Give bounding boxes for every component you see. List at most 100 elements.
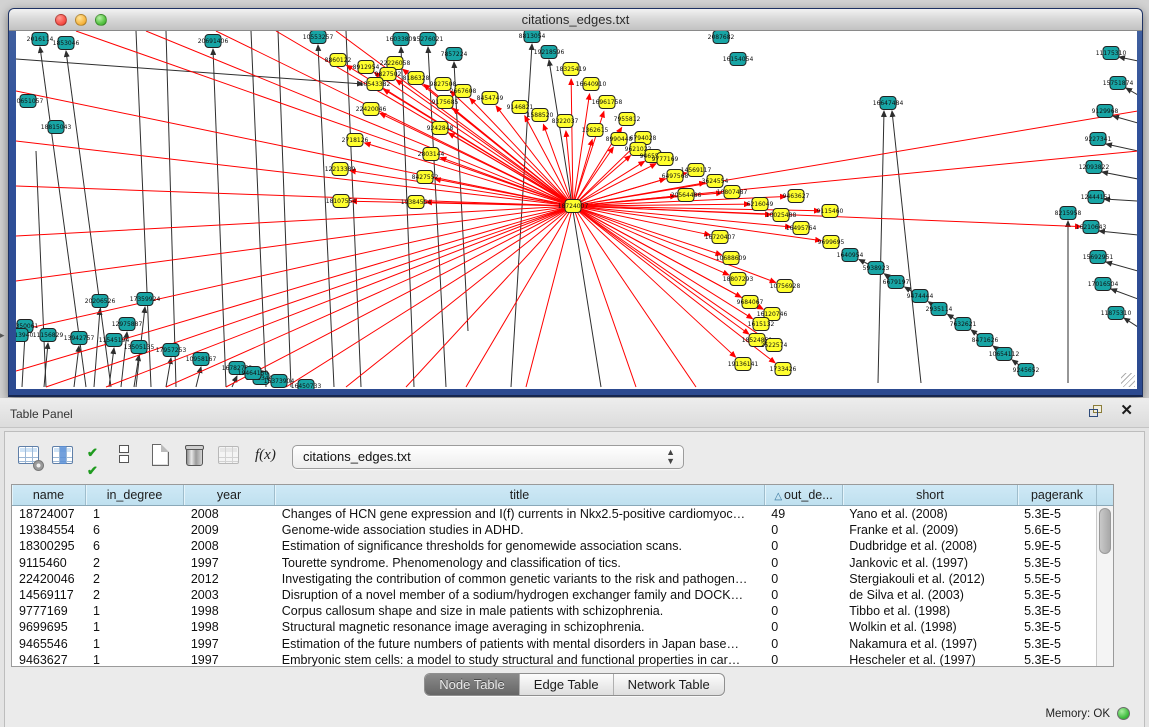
column-header-in_degree[interactable]: in_degree (86, 485, 184, 505)
graph-node[interactable]: 17957253 (156, 344, 187, 357)
graph-node[interactable]: 10654112 (989, 348, 1020, 361)
close-panel-icon[interactable]: ✕ (1120, 403, 1133, 419)
graph-node[interactable]: 8322037 (552, 115, 579, 128)
graph-node[interactable]: 12444151 (1081, 191, 1112, 204)
table-row[interactable]: 1830029562008Estimation of significance … (12, 538, 1096, 554)
table-row[interactable]: 946362711997Embryonic stem cells: a mode… (12, 652, 1096, 666)
select-column-icon[interactable] (51, 444, 77, 470)
graph-node[interactable]: 16154054 (723, 53, 754, 66)
resize-grip[interactable] (1121, 373, 1135, 387)
graph-node[interactable]: 8454749 (477, 92, 504, 105)
graph-node[interactable]: 2803144 (418, 148, 445, 161)
scrollbar-thumb[interactable] (1099, 508, 1111, 554)
graph-node[interactable]: 7857224 (441, 48, 468, 61)
graph-node[interactable]: 18107554 (326, 195, 357, 208)
graph-node[interactable]: 2087682 (708, 31, 735, 44)
graph-node[interactable]: 10553257 (303, 31, 334, 44)
graph-node[interactable]: 8990448 (606, 133, 633, 146)
graph-node[interactable]: 8186328 (403, 72, 430, 85)
table-selector-dropdown[interactable]: citations_edges.txt ▲▼ (292, 445, 684, 469)
graph-node[interactable]: 9699695 (818, 236, 845, 249)
column-header-title[interactable]: title (275, 485, 765, 505)
graph-node[interactable]: 2935114 (926, 303, 953, 316)
graph-node[interactable]: 19136141 (728, 358, 759, 371)
graph-node[interactable]: 15751874 (1103, 77, 1134, 90)
graph-node[interactable]: 12213389 (325, 163, 356, 176)
graph-node[interactable]: 9175685 (432, 96, 459, 109)
network-view-window[interactable]: citations_edges.txt 18724007222260588912… (8, 8, 1143, 397)
column-header-year[interactable]: year (184, 485, 275, 505)
graph-node[interactable]: 22420046 (356, 103, 387, 116)
create-table-icon[interactable] (149, 444, 175, 470)
vertical-scrollbar[interactable] (1096, 506, 1113, 666)
node-table[interactable]: namein_degreeyeartitle△out_de...shortpag… (11, 484, 1114, 667)
graph-node[interactable]: 15692951 (1083, 251, 1114, 264)
graph-node[interactable]: 20651057 (16, 95, 43, 108)
float-panel-icon[interactable] (1089, 405, 1105, 419)
graph-node[interactable]: 19218596 (534, 46, 565, 59)
graph-node[interactable]: 9227341 (1085, 133, 1112, 146)
graph-node[interactable]: 16495764 (786, 222, 817, 235)
graph-node[interactable]: 8215958 (1055, 207, 1082, 220)
select-all-rows-icon[interactable]: ✔✔ (87, 444, 113, 470)
graph-node[interactable]: 7632621 (950, 318, 977, 331)
graph-node[interactable]: 13942757 (64, 332, 95, 345)
graph-node[interactable]: 17359924 (130, 293, 161, 306)
graph-node[interactable]: 8813054 (519, 31, 546, 43)
graph-node[interactable]: 20206526 (85, 295, 116, 308)
collapsed-panel-handle[interactable]: ▸ (0, 330, 5, 341)
graph-node[interactable]: 16647484 (873, 97, 904, 110)
graph-node[interactable]: 9463627 (783, 190, 810, 203)
graph-node[interactable]: 15276021 (413, 33, 444, 46)
graph-node[interactable]: 20564486 (671, 189, 702, 202)
graph-node[interactable]: 18325419 (556, 63, 587, 76)
select-rows-icon[interactable] (115, 444, 141, 470)
graph-node[interactable]: 20691406 (198, 35, 229, 48)
citation-network-graph[interactable]: 1872400722226058891295498275028186328982… (16, 31, 1137, 389)
table-row[interactable]: 1456911722003Disruption of a novel membe… (12, 587, 1096, 603)
graph-node[interactable]: 11156829 (33, 329, 64, 342)
tab-edge-table[interactable]: Edge Table (520, 674, 614, 695)
memory-status-indicator[interactable] (1117, 707, 1130, 720)
column-header-pagerank[interactable]: pagerank (1018, 485, 1097, 505)
graph-node[interactable]: 1853046 (53, 37, 80, 50)
column-header-out_de[interactable]: △out_de... (765, 485, 843, 505)
column-header-short[interactable]: short (843, 485, 1018, 505)
table-row[interactable]: 911546021997Tourette syndrome. Phenomeno… (12, 555, 1096, 571)
graph-node[interactable]: 10688609 (716, 252, 747, 265)
graph-node[interactable]: 9245652 (1013, 364, 1040, 377)
graph-node[interactable]: 16961758 (592, 96, 623, 109)
graph-node[interactable]: 2718126 (342, 134, 369, 147)
column-header-name[interactable]: name (12, 485, 86, 505)
graph-node[interactable]: 9129968 (1092, 105, 1119, 118)
network-canvas[interactable]: 1872400722226058891295498275028186328982… (16, 31, 1137, 389)
table-row[interactable]: 969969511998Structural magnetic resonanc… (12, 619, 1096, 635)
graph-node[interactable]: 1362615 (582, 124, 609, 137)
delete-table-icon[interactable] (183, 444, 209, 470)
table-type-tabs[interactable]: Node TableEdge TableNetwork Table (424, 673, 725, 696)
tab-network-table[interactable]: Network Table (614, 674, 724, 695)
graph-node[interactable]: 9474444 (907, 290, 934, 303)
graph-node[interactable]: 17016504 (1088, 278, 1119, 291)
table-row[interactable]: 1872400712008Changes of HCN gene express… (12, 506, 1096, 522)
graph-node[interactable]: 6679197 (883, 276, 910, 289)
table-row[interactable]: 977716911998Corpus callosum shape and si… (12, 603, 1096, 619)
graph-node[interactable]: 1733426 (770, 363, 797, 376)
graph-node[interactable]: 19384554 (401, 196, 432, 209)
table-header-row[interactable]: namein_degreeyeartitle△out_de...shortpag… (12, 485, 1113, 506)
graph-node[interactable]: 16720407 (705, 231, 736, 244)
graph-node[interactable]: 12093822 (1079, 161, 1110, 174)
tab-node-table[interactable]: Node Table (425, 674, 520, 695)
graph-node[interactable]: 6216049 (747, 198, 774, 211)
graph-node[interactable]: 3624554 (702, 175, 729, 188)
graph-node[interactable]: 12975887 (112, 318, 143, 331)
window-titlebar[interactable]: citations_edges.txt (9, 9, 1142, 31)
graph-node[interactable]: 2016114 (27, 33, 54, 46)
table-row[interactable]: 2242004622012Investigating the contribut… (12, 571, 1096, 587)
function-builder-icon[interactable]: f(x) (255, 447, 281, 473)
graph-node[interactable]: 16640910 (576, 78, 607, 91)
graph-node[interactable]: 18815043 (41, 121, 72, 134)
graph-node[interactable]: 7955812 (614, 113, 641, 126)
table-row[interactable]: 946554611997Estimation of the future num… (12, 636, 1096, 652)
graph-node[interactable]: 11875310 (1101, 307, 1132, 320)
